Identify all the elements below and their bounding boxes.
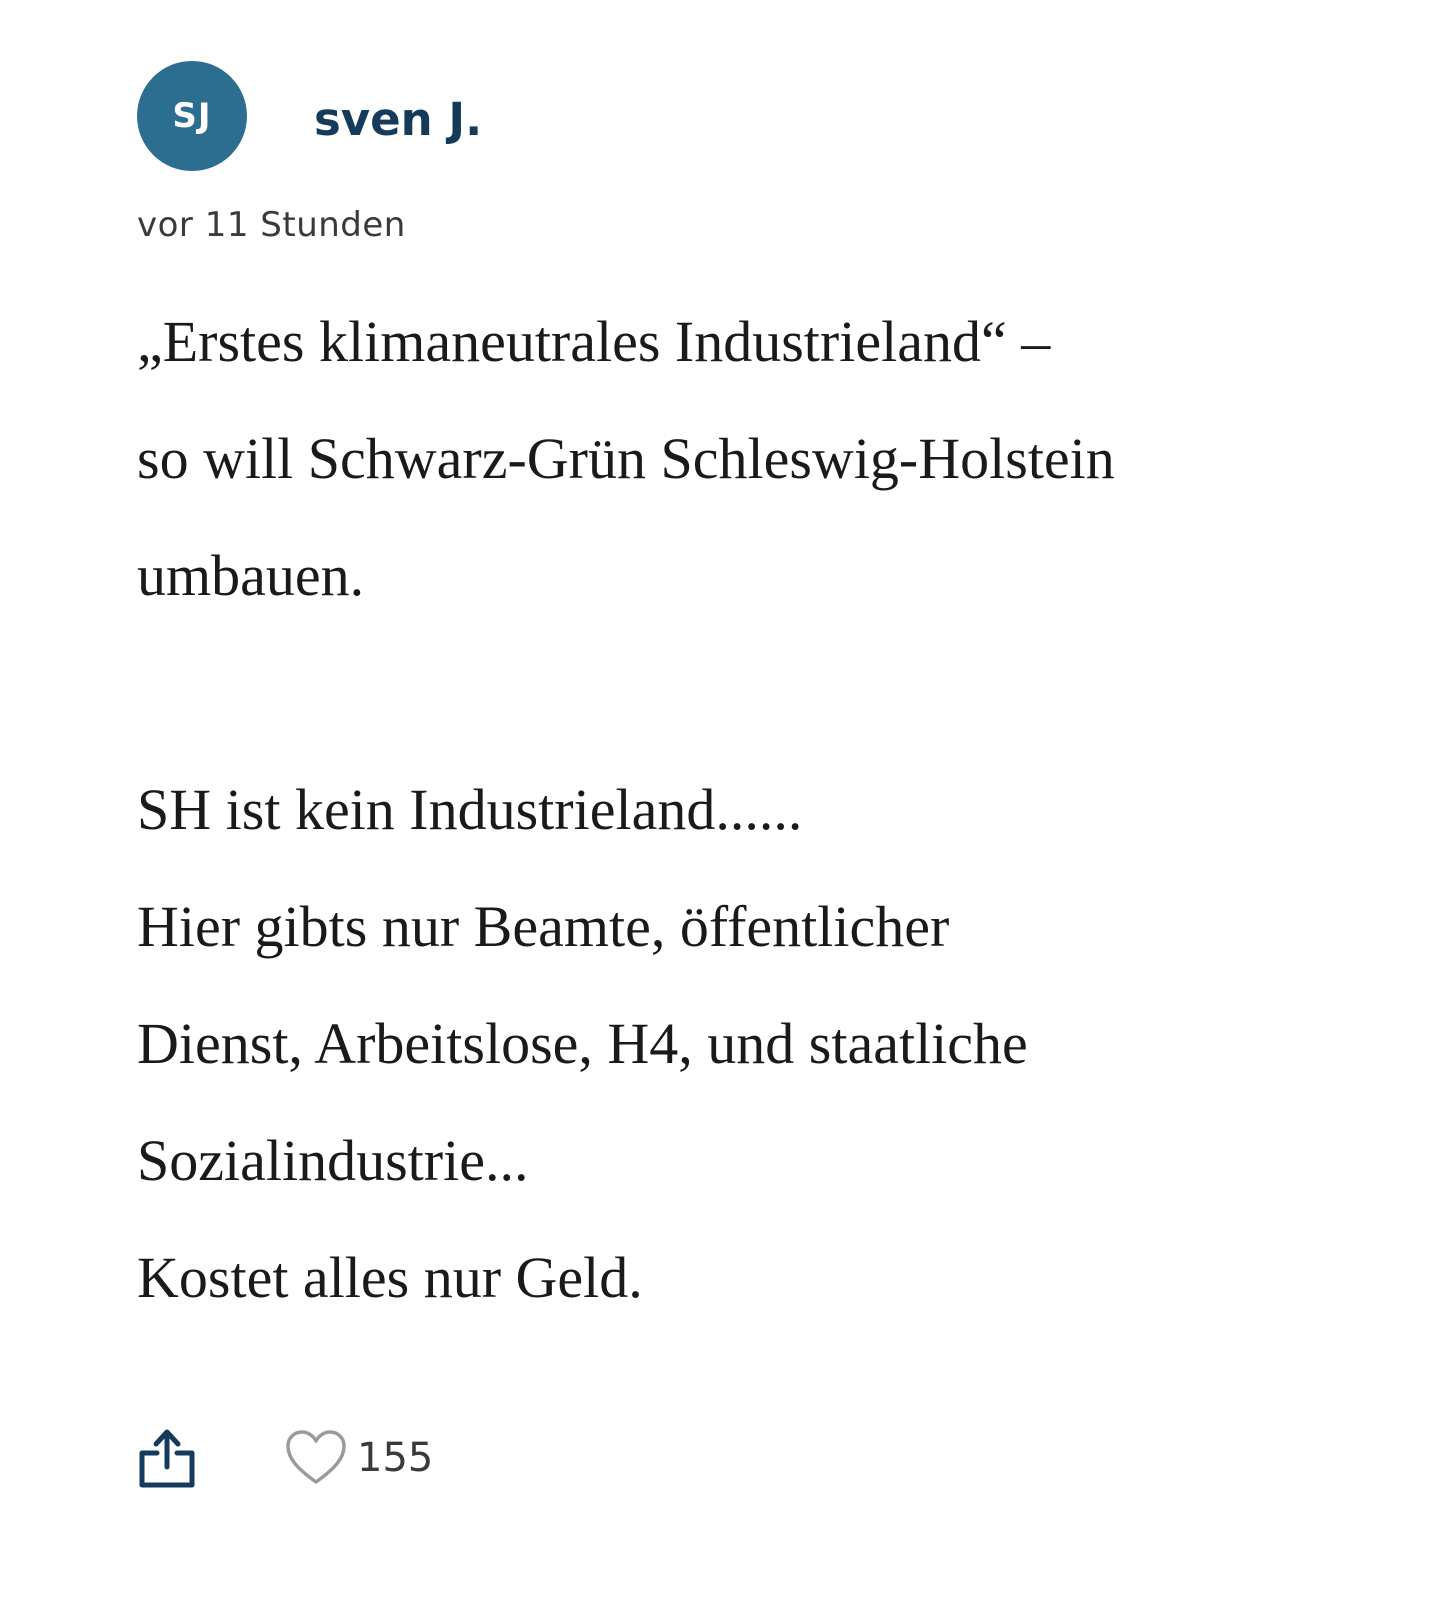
author-name[interactable]: sven J. [314,93,482,146]
comment-header: SJ sven J. [137,60,1377,172]
comment-line: SH ist kein Industrieland...... [137,777,803,842]
heart-icon [286,1430,346,1484]
like-button[interactable]: 155 [285,1429,433,1487]
comment-line: Kostet alles nur Geld. [137,1245,643,1310]
comment-timestamp: vor 11 Stunden [137,205,406,245]
comment-body: „Erstes klimaneutrales Industrieland“ – … [137,283,1377,1336]
comment-line: so will Schwarz-Grün Schleswig-Holstein [137,426,1115,491]
comment-line: Hier gibts nur Beamte, öffentlicher [137,894,950,959]
comment-line: „Erstes klimaneutrales Industrieland“ – [137,309,1051,374]
share-button[interactable] [137,1428,197,1488]
comment-line: umbauen. [137,543,365,608]
comment-line: Dienst, Arbeitslose, H4, und staatliche [137,1011,1028,1076]
share-icon [139,1429,195,1488]
like-count: 155 [357,1435,434,1481]
comment-paragraph: SH ist kein Industrieland...... Hier gib… [137,751,1377,1336]
comment: SJ sven J. vor 11 Stunden „Erstes kliman… [137,60,1377,1336]
comment-actions: 155 [137,1428,433,1488]
comment-line: Sozialindustrie... [137,1128,529,1193]
comment-paragraph: „Erstes klimaneutrales Industrieland“ – … [137,283,1377,634]
avatar[interactable]: SJ [137,61,247,171]
